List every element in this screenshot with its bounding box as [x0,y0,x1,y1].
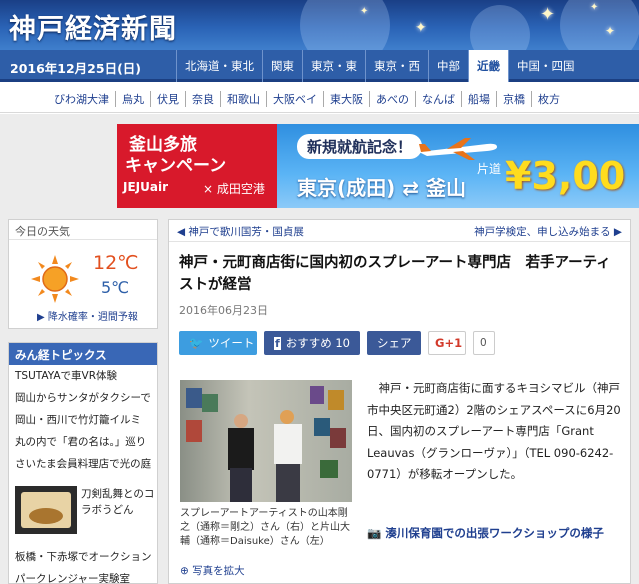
route-text: 東京(成田) ⇄ 釜山 [297,176,466,200]
facebook-recommend-button[interactable]: f おすすめ 10 [264,331,360,355]
city-link[interactable]: びわ湖大津 [48,91,115,107]
main-area: 釜山多旅 キャンペーン JEJUair × 成田空港 新規就航記念！ 東京(成田… [0,114,639,584]
article-photo[interactable] [180,380,352,502]
region-tab[interactable]: 関東 [262,50,302,82]
tweet-button[interactable]: 🐦 ツイート [179,331,257,355]
next-article-link[interactable]: 神戸学検定、申し込み始まる ▶ [474,224,622,239]
city-link[interactable]: なんば [415,90,461,107]
city-link[interactable]: 奈良 [185,90,220,107]
airline-logo: JEJUair [123,180,168,194]
city-link[interactable]: 東大阪 [323,90,369,107]
topics-box: みん経トピックス TSUTAYAで車VR体験 岡山からサンタがタクシーで 岡山・… [8,342,158,584]
facebook-icon: f [274,336,281,350]
region-tab-active[interactable]: 近畿 [468,50,508,82]
weather-heading: 今日の天気 [9,220,157,240]
magnifier-icon: ⊕ [180,565,189,577]
region-tab[interactable]: 東京・西 [365,50,428,82]
google-plus-count: 0 [473,331,495,355]
region-bar: 2016年12月25日(日) 北海道・東北 関東 東京・東 東京・西 中部 近畿… [0,50,639,82]
topic-link[interactable]: 岡山・西川で竹灯籠イルミ [9,409,157,431]
google-plus-button[interactable]: G+1 [428,331,466,355]
ad-banner[interactable]: 釜山多旅 キャンペーン JEJUair × 成田空港 新規就航記念！ 東京(成田… [117,124,639,208]
recommend-label: おすすめ 10 [285,336,350,350]
temp-high: 12℃ [93,252,139,274]
topic-link[interactable]: TSUTAYAで車VR体験 [9,365,157,387]
topic-list-more: 板橋・下赤塚でオークション パークレンジャー実験室 [9,546,157,583]
city-link[interactable]: 枚方 [531,90,566,107]
star-icon: ✦ [415,20,427,36]
price-text: ¥3,00 [505,154,626,198]
bokeh-decoration [470,5,530,50]
campaign-panel: 釜山多旅 キャンペーン JEJUair × 成田空港 [117,124,277,208]
topic-link[interactable]: 刀剣乱舞とのコラボうどん [81,486,155,518]
article-date: 2016年06月23日 [179,304,268,317]
star-icon: ✦ [540,4,556,25]
related-photo-link[interactable]: 📷 湊川保育園での出張ワークショップの様子 [367,523,623,544]
region-tab[interactable]: 東京・東 [302,50,365,82]
related-label: 湊川保育園での出張ワークショップの様子 [385,526,604,540]
photo-caption: スプレーアートアーティストの山本剛之（通称＝剛之）さん（右）と片山大輔（通称＝D… [180,508,350,547]
region-tab[interactable]: 中国・四国 [508,50,583,82]
city-link[interactable]: 船場 [461,90,496,107]
tweet-label: ツイート [208,336,255,350]
temp-low: 5℃ [101,278,130,297]
city-link[interactable]: あべの [369,90,415,107]
region-tab[interactable]: 北海道・東北 [176,50,262,82]
fare-label: 片道 [477,162,502,176]
topic-link[interactable]: 岡山からサンタがタクシーで [9,387,157,409]
topics-heading: みん経トピックス [9,343,157,365]
article-title: 神戸・元町商店街に国内初のスプレーアート専門店 若手アーティストが経営 [179,255,611,293]
airport-label: × 成田空港 [203,182,265,196]
article-nav: ◀ 神戸で歌川国芳・国貞展 神戸学検定、申し込み始まる ▶ [169,220,630,242]
topic-link[interactable]: 丸の内で「君の名は。」巡り [9,431,157,453]
page: ✦ ✦ ✦ ✦ ✦ 神戸経済新聞 2016年12月25日(日) 北海道・東北 関… [0,0,639,584]
star-icon: ✦ [590,2,599,13]
triangle-icon: ▶ [37,312,45,323]
topic-link[interactable]: パークレンジャー実験室 [9,568,157,583]
twitter-icon: 🐦 [189,336,204,350]
sun-icon [31,255,79,303]
new-route-badge: 新規就航記念！ [297,134,423,159]
star-icon: ✦ [605,24,616,38]
city-link[interactable]: 伏見 [150,90,185,107]
share-bar: 🐦 ツイート f おすすめ 10 シェア G+1 0 [179,331,495,355]
enlarge-photo-link[interactable]: ⊕ 写真を拡大 [180,563,245,578]
article: ◀ 神戸で歌川国芳・国貞展 神戸学検定、申し込み始まる ▶ 神戸・元町商店街に国… [168,219,631,584]
campaign-subtitle: キャンペーン [125,156,227,176]
bokeh-decoration [300,0,390,50]
site-header: ✦ ✦ ✦ ✦ ✦ 神戸経済新聞 [0,0,639,50]
city-links: びわ湖大津 烏丸 伏見 奈良 和歌山 大阪ベイ 東大阪 あべの なんば 船場 京… [0,85,639,113]
bokeh-decoration [560,0,639,50]
facebook-share-button[interactable]: シェア [367,331,421,355]
current-date: 2016年12月25日(日) [10,61,142,76]
airplane-icon [419,138,497,160]
city-link[interactable]: 和歌山 [220,90,266,107]
city-link[interactable]: 烏丸 [115,90,150,107]
weather-widget: 今日の天気 12℃ 5℃ ▶ 降水確率・週間予報 [8,219,158,329]
star-icon: ✦ [360,6,369,17]
forecast-link[interactable]: ▶ 降水確率・週間予報 [37,308,138,323]
prev-article-link[interactable]: ◀ 神戸で歌川国芳・国貞展 [177,224,304,239]
region-tab[interactable]: 中部 [428,50,468,82]
camera-icon: 📷 [367,526,382,540]
article-body: 神戸・元町商店街に面するキヨシマビル（神戸市中央区元町通2）2階のシェアスペース… [367,381,621,481]
topic-thumbnail[interactable] [15,486,77,534]
forecast-link-label: 降水確率・週間予報 [47,312,138,323]
region-tabs: 北海道・東北 関東 東京・東 東京・西 中部 近畿 中国・四国 [176,50,583,82]
topic-link[interactable]: さいたま会員料理店で光の庭 [9,453,157,475]
topic-link[interactable]: 板橋・下赤塚でオークション [9,546,157,568]
site-title[interactable]: 神戸経済新聞 [9,7,177,46]
city-link[interactable]: 大阪ベイ [266,90,323,107]
enlarge-label: 写真を拡大 [192,565,245,577]
city-link[interactable]: 京橋 [496,90,531,107]
